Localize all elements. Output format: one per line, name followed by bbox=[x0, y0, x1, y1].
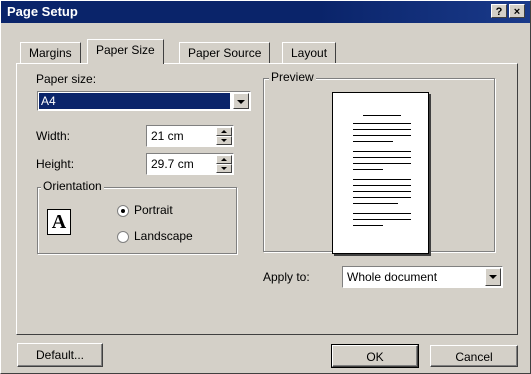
portrait-label[interactable]: Portrait bbox=[134, 203, 173, 217]
window-title: Page Setup bbox=[7, 4, 78, 19]
height-label: Height: bbox=[36, 157, 75, 171]
width-down-arrow-icon[interactable] bbox=[216, 136, 232, 145]
paper-size-dropdown[interactable]: A4 bbox=[37, 91, 251, 111]
close-button[interactable]: × bbox=[509, 4, 525, 18]
height-spinner[interactable]: 29.7 cm bbox=[146, 153, 234, 175]
chevron-down-icon[interactable] bbox=[233, 93, 249, 109]
paper-size-panel: Paper size: A4 Width: 21 cm Height: 29.7… bbox=[16, 63, 518, 335]
tab-paper-size[interactable]: Paper Size bbox=[87, 39, 164, 64]
width-value: 21 cm bbox=[151, 129, 184, 143]
apply-to-value: Whole document bbox=[347, 270, 438, 284]
portrait-page-icon: A bbox=[47, 209, 71, 235]
tab-layout-label: Layout bbox=[291, 46, 328, 60]
title-bar: Page Setup ? × bbox=[1, 1, 530, 23]
tab-paper-source-label: Paper Source bbox=[188, 46, 262, 60]
preview-page bbox=[332, 92, 429, 254]
tab-paper-size-label: Paper Size bbox=[96, 43, 155, 57]
height-up-arrow-icon[interactable] bbox=[216, 155, 232, 164]
height-down-arrow-icon[interactable] bbox=[216, 164, 232, 173]
help-button[interactable]: ? bbox=[491, 4, 507, 18]
portrait-radio[interactable] bbox=[117, 205, 129, 217]
chevron-down-icon[interactable] bbox=[485, 268, 501, 286]
page-setup-dialog: Page Setup ? × Margins Paper Size Paper … bbox=[0, 0, 531, 374]
preview-label: Preview bbox=[269, 70, 316, 84]
apply-to-dropdown[interactable]: Whole document bbox=[342, 266, 503, 288]
width-spinner[interactable]: 21 cm bbox=[146, 125, 234, 147]
paper-size-value: A4 bbox=[39, 93, 230, 109]
orientation-label: Orientation bbox=[41, 179, 104, 193]
tab-margins[interactable]: Margins bbox=[20, 42, 81, 64]
landscape-label[interactable]: Landscape bbox=[134, 229, 193, 243]
width-up-arrow-icon[interactable] bbox=[216, 127, 232, 136]
tab-paper-source[interactable]: Paper Source bbox=[179, 42, 271, 64]
default-button[interactable]: Default... bbox=[17, 343, 103, 367]
tab-layout[interactable]: Layout bbox=[282, 42, 337, 64]
height-value: 29.7 cm bbox=[151, 157, 194, 171]
landscape-radio[interactable] bbox=[117, 231, 129, 243]
width-label: Width: bbox=[36, 129, 71, 143]
preview-group bbox=[263, 78, 495, 254]
paper-size-label: Paper size: bbox=[36, 72, 97, 86]
apply-to-label: Apply to: bbox=[263, 270, 310, 284]
tab-margins-label: Margins bbox=[29, 46, 72, 60]
cancel-button[interactable]: Cancel bbox=[430, 345, 518, 367]
ok-button[interactable]: OK bbox=[331, 344, 419, 368]
